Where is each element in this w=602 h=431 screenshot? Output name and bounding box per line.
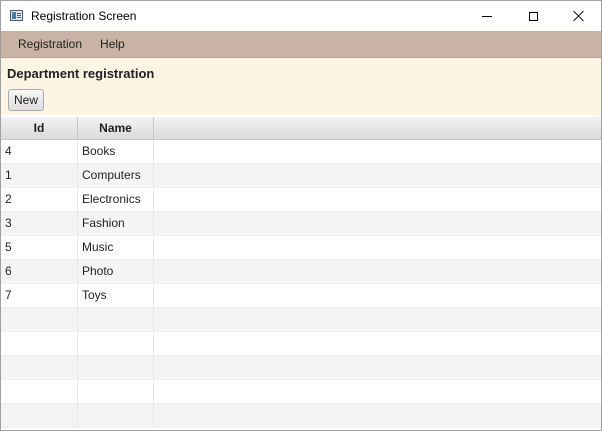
cell-filler	[154, 380, 601, 403]
table-row[interactable]: 5 Music	[1, 236, 601, 260]
close-icon	[573, 10, 585, 22]
table-row[interactable]: 2 Electronics	[1, 188, 601, 212]
cell-filler	[154, 404, 601, 427]
empty-table-row[interactable]	[1, 380, 601, 404]
cell-filler	[154, 260, 601, 283]
cell-id	[1, 356, 78, 379]
empty-table-row[interactable]	[1, 332, 601, 356]
cell-id: 7	[1, 284, 78, 307]
title-bar[interactable]: Registration Screen	[1, 1, 601, 31]
app-window-icon	[10, 10, 23, 21]
cell-name: Electronics	[78, 188, 154, 211]
table-row[interactable]: 3 Fashion	[1, 212, 601, 236]
cell-name: Toys	[78, 284, 154, 307]
cell-id: 4	[1, 140, 78, 163]
cell-filler	[154, 332, 601, 355]
column-header-id[interactable]: Id	[1, 117, 78, 139]
table-row[interactable]: 4 Books	[1, 140, 601, 164]
maximize-button[interactable]	[510, 1, 556, 31]
cell-filler	[154, 308, 601, 331]
cell-filler	[154, 356, 601, 379]
table-row[interactable]: 6 Photo	[1, 260, 601, 284]
menu-registration[interactable]: Registration	[9, 31, 91, 58]
cell-filler	[154, 140, 601, 163]
column-header-filler	[154, 117, 601, 139]
minimize-icon	[482, 15, 492, 17]
cell-filler	[154, 284, 601, 307]
header-panel: Department registration New	[1, 58, 601, 115]
cell-id	[1, 308, 78, 331]
cell-name: Books	[78, 140, 154, 163]
minimize-button[interactable]	[464, 1, 510, 31]
cell-id	[1, 332, 78, 355]
empty-table-row[interactable]	[1, 308, 601, 332]
new-button[interactable]: New	[8, 89, 44, 111]
registration-window: Registration Screen Registration Help De…	[0, 0, 602, 431]
cell-filler	[154, 188, 601, 211]
cell-id	[1, 404, 78, 427]
table-row[interactable]: 7 Toys	[1, 284, 601, 308]
page-title: Department registration	[7, 66, 155, 81]
empty-table-row[interactable]	[1, 356, 601, 380]
cell-name	[78, 380, 154, 403]
cell-name	[78, 332, 154, 355]
cell-id: 1	[1, 164, 78, 187]
cell-name	[78, 356, 154, 379]
cell-id	[1, 380, 78, 403]
menu-bar: Registration Help	[1, 31, 601, 58]
cell-name: Computers	[78, 164, 154, 187]
cell-filler	[154, 236, 601, 259]
cell-name	[78, 404, 154, 427]
cell-id: 5	[1, 236, 78, 259]
cell-filler	[154, 164, 601, 187]
maximize-icon	[528, 11, 538, 21]
table-header: Id Name	[1, 117, 601, 140]
department-table[interactable]: Id Name 4 Books 1 Computers 2 Electronics 3 Fas…	[1, 117, 601, 430]
empty-table-row[interactable]	[1, 404, 601, 428]
cell-id: 3	[1, 212, 78, 235]
cell-filler	[154, 212, 601, 235]
cell-name	[78, 308, 154, 331]
close-button[interactable]	[556, 1, 601, 31]
cell-name: Photo	[78, 260, 154, 283]
window-title: Registration Screen	[31, 9, 137, 23]
column-header-name[interactable]: Name	[78, 117, 154, 139]
cell-id: 2	[1, 188, 78, 211]
cell-name: Music	[78, 236, 154, 259]
cell-name: Fashion	[78, 212, 154, 235]
table-row[interactable]: 1 Computers	[1, 164, 601, 188]
table-body: 4 Books 1 Computers 2 Electronics 3 Fashion 5 Mus…	[1, 140, 601, 428]
menu-help[interactable]: Help	[91, 31, 134, 58]
cell-id: 6	[1, 260, 78, 283]
